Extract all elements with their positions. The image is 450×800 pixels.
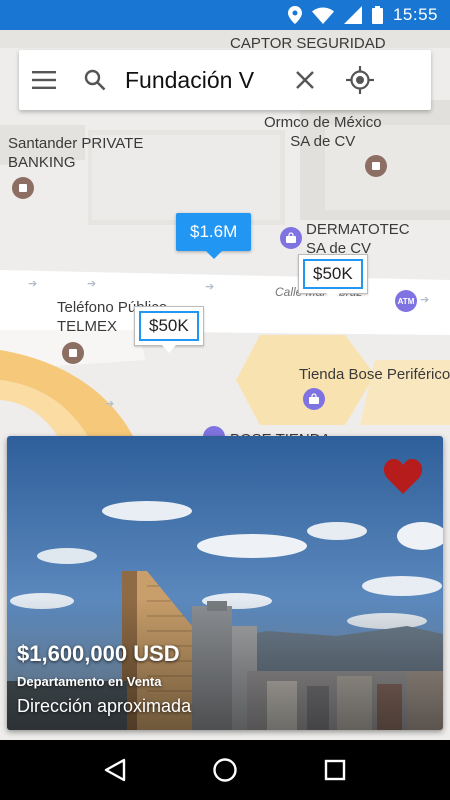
battery-icon — [371, 6, 383, 24]
back-button[interactable] — [85, 745, 145, 795]
map-label-dermatotec: DERMATOTEC SA de CV — [306, 221, 410, 257]
direction-arrow-icon: ➔ — [87, 278, 97, 290]
recents-button[interactable] — [305, 745, 365, 795]
map-label-santander: Santander PRIVATE BANKING — [8, 135, 144, 171]
status-bar: 15:55 — [0, 0, 450, 30]
signal-icon — [343, 6, 362, 24]
close-icon — [296, 71, 314, 89]
favorite-button[interactable] — [383, 458, 423, 499]
home-circle-icon — [213, 758, 237, 782]
search-input[interactable] — [125, 66, 275, 94]
poi-bank-icon[interactable] — [12, 177, 34, 199]
listing-card[interactable]: $1,600,000 USD Departamento en Venta Dir… — [7, 436, 443, 730]
my-location-button[interactable] — [335, 50, 385, 110]
wifi-icon — [311, 7, 334, 24]
search-icon — [84, 69, 106, 91]
map-label-ormco: Ormco de México SA de CV — [264, 114, 382, 150]
direction-arrow-icon: ➔ — [420, 294, 430, 306]
menu-button[interactable] — [19, 50, 69, 110]
price-marker-label: $50K — [303, 259, 363, 289]
price-marker[interactable]: $50K — [134, 306, 204, 353]
home-button[interactable] — [195, 745, 255, 795]
crosshair-location-icon — [346, 66, 374, 94]
shopping-bag-icon[interactable] — [303, 388, 325, 410]
direction-arrow-icon: ➔ — [28, 278, 38, 290]
poi-business-icon[interactable] — [365, 155, 387, 177]
clear-search-button[interactable] — [285, 50, 325, 110]
back-triangle-icon — [104, 758, 126, 782]
listing-price: $1,600,000 USD — [17, 641, 180, 666]
price-marker-selected[interactable]: $1.6M — [176, 213, 252, 259]
atm-icon[interactable]: ATM — [395, 290, 417, 312]
search-bar — [19, 50, 431, 110]
location-icon — [287, 6, 302, 24]
heart-icon — [383, 458, 423, 494]
map-label-bose: Tienda Bose Periférico — [299, 366, 450, 383]
recents-square-icon — [324, 759, 346, 781]
listing-address: Dirección aproximada — [17, 696, 192, 716]
price-marker-label: $50K — [139, 311, 199, 341]
hamburger-menu-icon — [32, 71, 56, 89]
listing-type: Departamento en Venta — [17, 674, 162, 689]
shopping-bag-icon[interactable] — [280, 227, 302, 249]
search-button[interactable] — [69, 50, 121, 110]
navigation-bar — [0, 740, 450, 800]
clock: 15:55 — [392, 5, 438, 24]
price-marker[interactable]: $50K — [298, 254, 368, 301]
direction-arrow-icon: ➔ — [105, 398, 115, 410]
direction-arrow-icon: ➔ — [205, 281, 215, 293]
poi-phone-icon[interactable] — [62, 342, 84, 364]
